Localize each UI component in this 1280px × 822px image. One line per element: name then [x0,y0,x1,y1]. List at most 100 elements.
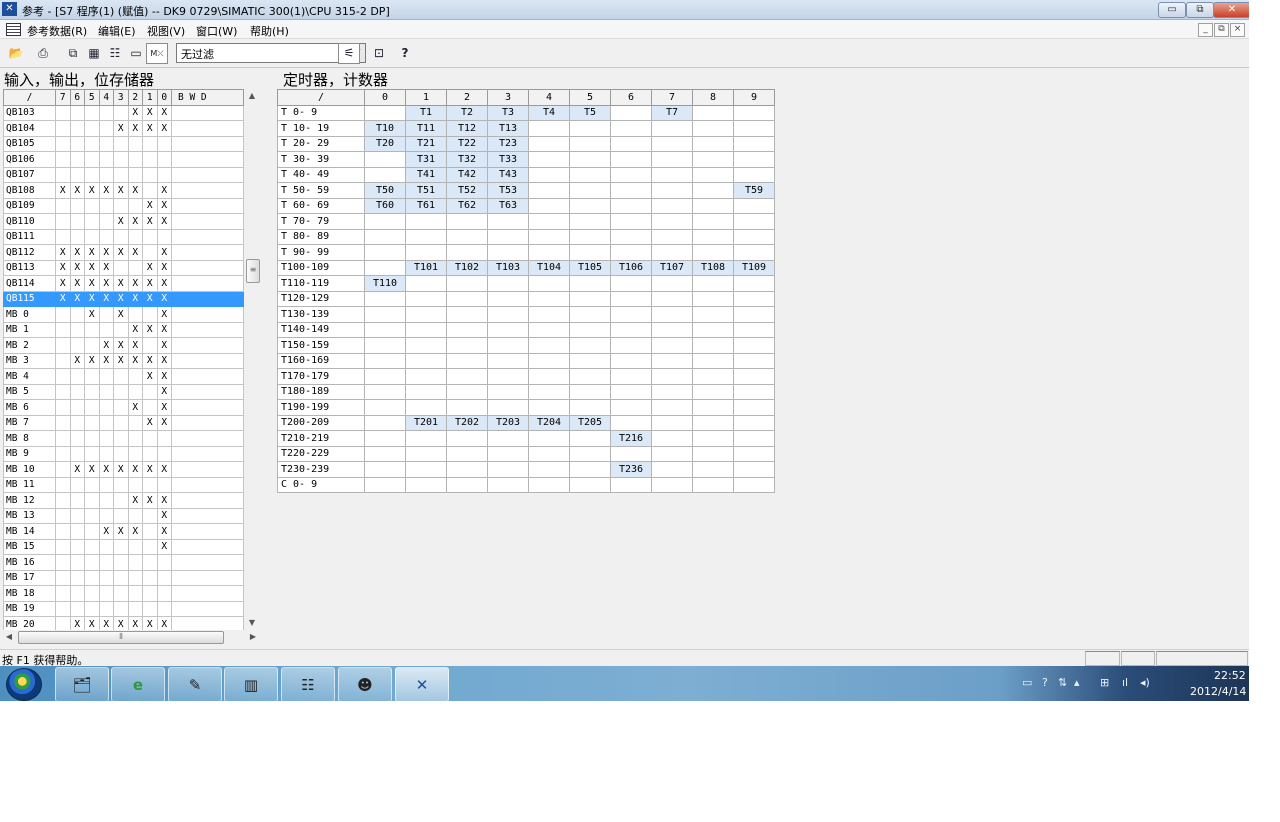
table-row[interactable]: T170-179 [277,368,775,385]
mdi-restore-button[interactable]: ⧉ [1214,23,1229,37]
table-row[interactable]: QB107 [3,166,244,183]
show-hidden-icons[interactable]: ▴ [1074,676,1080,689]
new-window-icon[interactable]: ⊡ [368,43,390,64]
table-row[interactable]: T 30- 39 T31 T32 T33 [277,151,775,168]
table-row[interactable]: T 60- 69 T60 T61 T62 T63 [277,197,775,214]
menu-window[interactable]: 窗口(W) [196,23,237,39]
menu-edit[interactable]: 编辑(E) [98,23,136,39]
table-row[interactable]: T 20- 29 T20 T21 T22 T23 [277,135,775,152]
taskbar-qq[interactable]: ☻ [338,667,392,701]
scroll-up-icon[interactable]: ▲ [245,89,259,103]
table-row[interactable]: T210-219 T216 [277,430,775,447]
table-row[interactable]: MB 3XXXXXXX [3,352,244,369]
column-header-bit-6[interactable]: 6 [69,89,85,106]
taskbar-hw-config[interactable]: ▥ [224,667,278,701]
taskbar-explorer[interactable]: 🗂 [55,667,109,701]
table-row[interactable]: T 70- 79 [277,213,775,230]
keyboard-icon[interactable]: ▭ [1022,676,1032,689]
column-header-bit-1[interactable]: 1 [142,89,158,106]
table-row[interactable]: T160-169 [277,352,775,369]
column-header-2[interactable]: 2 [446,89,488,106]
column-header-6[interactable]: 6 [610,89,652,106]
table-row[interactable]: MB 18 [3,585,244,602]
table-row[interactable]: T130-139 [277,306,775,323]
table-row[interactable]: QB113 X X X X X X [3,259,244,276]
table-row[interactable]: T120-129 [277,290,775,307]
table-row[interactable]: MB 9 [3,445,244,462]
title-bar[interactable]: ✕ 参考 - [S7 程序(1) (赋值) -- DK9 0729\SIMATI… [0,0,1249,20]
table-row[interactable]: T230-239 T236 [277,461,775,478]
table-row[interactable]: T220-229 [277,445,775,462]
menu-help[interactable]: 帮助(H) [250,23,289,39]
column-header-3[interactable]: 3 [487,89,529,106]
table-row[interactable]: T140-149 [277,321,775,338]
column-header-7[interactable]: 7 [651,89,693,106]
column-header-bit-7[interactable]: 7 [55,89,71,106]
table-row[interactable]: T190-199 [277,399,775,416]
table-row[interactable]: T200-209 T201 T202 T203 T204 T205 [277,414,775,431]
column-header-8[interactable]: 8 [692,89,734,106]
signal-icon[interactable]: ıl [1122,676,1128,689]
table-row[interactable]: MB 13 X [3,507,244,524]
table-row[interactable]: MB 16 [3,554,244,571]
column-header-bit-0[interactable]: 0 [156,89,172,106]
table-row[interactable]: MB 10 X X X X X X X [3,461,244,478]
table-row[interactable]: MB 8 [3,430,244,447]
column-header-bit-2[interactable]: 2 [127,89,143,106]
left-vertical-scrollbar[interactable]: ▲ ≡ ▼ [245,89,260,630]
column-header-5[interactable]: 5 [569,89,611,106]
windows-start-icon[interactable] [6,668,42,701]
column-header-0[interactable]: 0 [364,89,406,106]
table-row[interactable]: C 0- 9 [277,476,775,493]
column-header-address[interactable]: / [3,89,56,106]
column-header-1[interactable]: 1 [405,89,447,106]
table-row[interactable]: T100-109 T101 T102 T103 T104 T105 T106 T107 T108… [277,259,775,276]
scroll-down-icon[interactable]: ▼ [245,616,259,630]
help-tray-icon[interactable]: ? [1042,676,1048,689]
table-row[interactable]: T110-119 T110 [277,275,775,292]
scroll-thumb[interactable]: ≡ [246,259,260,283]
table-row[interactable]: QB104 X X X X [3,120,244,137]
table-row[interactable]: QB114 X X X X X X X X [3,275,244,292]
close-button[interactable]: ✕ [1213,2,1249,18]
table-row[interactable]: MB 5 X [3,383,244,400]
table-row[interactable]: QB115 X X X X X X X X [3,290,244,307]
table-row[interactable]: T 80- 89 [277,228,775,245]
table-row[interactable]: MB 6 XX [3,399,244,416]
table-row[interactable]: T 40- 49 T41 T42 T43 [277,166,775,183]
mdi-close-button[interactable]: × [1230,23,1245,37]
table-row[interactable]: QB111 [3,228,244,245]
minimize-button[interactable]: ▭ [1158,2,1186,18]
column-header-bit-4[interactable]: 4 [98,89,114,106]
table-row[interactable]: T150-159 [277,337,775,354]
column-header-bit-5[interactable]: 5 [84,89,100,106]
table-row[interactable]: MB 7 XX [3,414,244,431]
table-row[interactable]: MB 19 [3,600,244,617]
menu-reference-data[interactable]: 参考数据(R) [27,23,87,39]
table-row[interactable]: MB 1 XXX [3,321,244,338]
print-icon[interactable]: ⎙ [32,43,54,64]
address-no-symbol-icon[interactable]: M⤫ [146,43,168,64]
column-header-range[interactable]: / [277,89,365,106]
volume-icon[interactable]: ◂) [1140,676,1150,689]
help-icon[interactable]: ? [394,43,416,64]
table-row[interactable]: MB 12 X X X [3,492,244,509]
table-row[interactable]: T180-189 [277,383,775,400]
column-header-9[interactable]: 9 [733,89,775,106]
document-icon[interactable] [6,23,21,36]
clock-date[interactable]: 2012/4/14 [1190,685,1246,698]
taskbar-ie[interactable]: e [111,667,165,701]
scroll-left-icon[interactable]: ◀ [3,630,15,644]
scroll-right-icon[interactable]: ▶ [247,630,259,644]
table-row[interactable]: MB 17 [3,569,244,586]
table-row[interactable]: QB108 X X X X X X X [3,182,244,199]
restore-button[interactable]: ⧉ [1186,2,1214,18]
table-row[interactable]: MB 14 X X X X [3,523,244,540]
table-row[interactable]: T 90- 99 [277,244,775,261]
mdi-minimize-button[interactable]: _ [1198,23,1213,37]
clock-time[interactable]: 22:52 [1214,669,1246,682]
table-row[interactable]: T 50- 59 T50 T51 T52 T53 T59 [277,182,775,199]
table-row[interactable]: MB 11 [3,476,244,493]
table-row[interactable]: T 0- 9 T1 T2 T3 T4 T5 T7 [277,104,775,121]
table-row[interactable]: MB 4 XX [3,368,244,385]
